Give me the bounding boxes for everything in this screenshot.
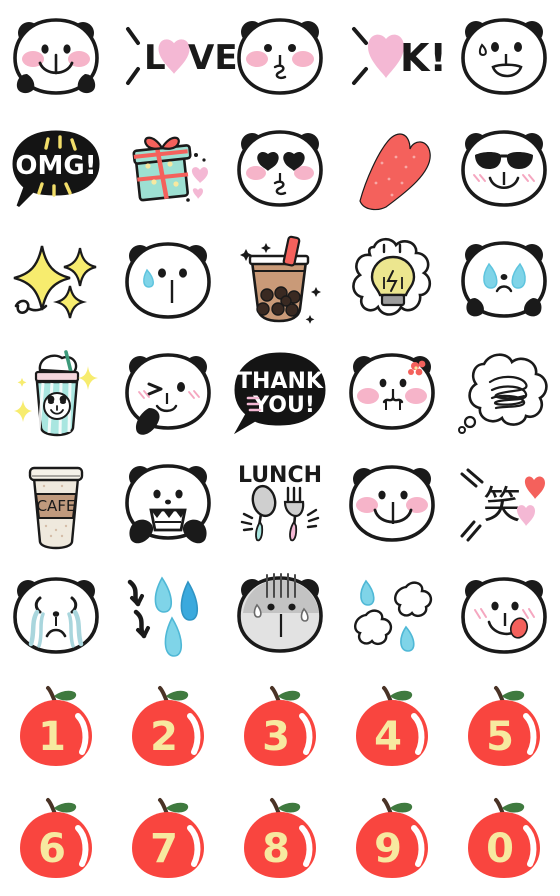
frappe-drink-icon	[14, 350, 98, 437]
arrows-sweat-drops-icon	[127, 576, 199, 657]
sticker-cell-panda-gloomy[interactable]	[224, 560, 336, 672]
idea-lightbulb-icon	[352, 237, 432, 316]
svg-text:K!: K!	[400, 36, 447, 80]
sticker-cell-thankyou-bubble[interactable]: THANK YOU!	[224, 336, 336, 448]
sticker-cell-panda-heart-eyes[interactable]	[224, 112, 336, 224]
panda-kiss-icon	[237, 18, 323, 95]
apple-number: 9	[374, 826, 402, 872]
gift-box-icon	[132, 136, 208, 202]
sticker-cell-cafe-cup[interactable]: CAFE	[0, 448, 112, 560]
ok-text-icon: K!	[352, 27, 447, 85]
sticker-cell-apple-8[interactable]: 8	[224, 784, 336, 896]
panda-sweat-icon	[125, 242, 211, 319]
thankyou-bubble-icon: THANK YOU!	[233, 352, 326, 435]
thankyou-line1: THANK	[237, 369, 324, 394]
apple-number: 1	[38, 714, 66, 760]
warai-kanji-icon: 笑	[460, 468, 545, 542]
sticker-cell-apple-3[interactable]: 3	[224, 672, 336, 784]
bubble-tea-icon	[240, 235, 321, 324]
sticker-cell-apple-4[interactable]: 4	[336, 672, 448, 784]
sticker-cell-scribble-cloud[interactable]	[448, 336, 560, 448]
red-heart-icon	[359, 133, 431, 211]
lunch-label: LUNCH	[238, 463, 322, 488]
panda-sweat-smile-icon	[461, 18, 547, 95]
panda-sobbing-icon	[13, 577, 99, 654]
panda-grin-icon	[125, 464, 211, 544]
panda-big-smile-icon	[349, 465, 435, 542]
panda-wink-icon	[125, 353, 211, 435]
sticker-cell-idea-lightbulb[interactable]	[336, 224, 448, 336]
apple-number: 4	[374, 714, 402, 760]
panda-crying-icon	[461, 241, 547, 318]
apple-number: 3	[262, 714, 290, 760]
sticker-cell-panda-crying[interactable]	[448, 224, 560, 336]
warai-label: 笑	[483, 483, 521, 527]
sticker-cell-warai-kanji[interactable]: 笑	[448, 448, 560, 560]
sticker-cell-apple-0[interactable]: 0	[448, 784, 560, 896]
sticker-cell-apple-2[interactable]: 2	[112, 672, 224, 784]
sticker-cell-sparkles[interactable]	[0, 224, 112, 336]
apple-number: 5	[486, 714, 514, 760]
sticker-cell-panda-sunglasses[interactable]	[448, 112, 560, 224]
panda-sunglasses-icon	[461, 130, 547, 207]
sticker-cell-apple-9[interactable]: 9	[336, 784, 448, 896]
panda-flower-pout-icon	[349, 353, 435, 430]
sticker-cell-panda-sweat[interactable]	[112, 224, 224, 336]
sticker-cell-apple-1[interactable]: 1	[0, 672, 112, 784]
omg-speech-bubble-icon: OMG!	[12, 130, 100, 208]
sticker-cell-panda-big-smile[interactable]	[336, 448, 448, 560]
sticker-cell-panda-wink[interactable]	[112, 336, 224, 448]
sticker-cell-lunch-cutlery[interactable]: LUNCH	[224, 448, 336, 560]
thankyou-line2: YOU!	[252, 393, 315, 418]
panda-heart-eyes-icon	[237, 130, 323, 207]
sticker-cell-love-text[interactable]: L VE LOVE	[112, 0, 238, 112]
cafe-label: CAFE	[37, 497, 76, 515]
sticker-cell-bubble-tea[interactable]	[224, 224, 336, 336]
sticker-cell-arrows-sweat-drops[interactable]	[112, 560, 224, 672]
sticker-cell-panda-kiss[interactable]: Panda blowing a kiss	[224, 0, 336, 112]
sparkles-icon	[13, 245, 97, 319]
sticker-cell-apple-6[interactable]: 6	[0, 784, 112, 896]
sticker-cell-panda-grin[interactable]	[112, 448, 224, 560]
omg-label: OMG!	[15, 151, 96, 181]
apple-number: 8	[262, 826, 290, 872]
sticker-cell-ok-text[interactable]: K! OK!	[336, 0, 448, 112]
apple-number: 6	[38, 826, 66, 872]
sticker-cell-red-heart[interactable]	[336, 112, 448, 224]
love-text-icon: L VE	[126, 27, 238, 85]
sticker-grid: Smiling panda with arms up L VE LOVE	[0, 0, 560, 896]
sticker-cell-panda-flower-pout[interactable]	[336, 336, 448, 448]
panda-smile-arms-icon	[13, 18, 99, 95]
apple-number: 2	[150, 714, 178, 760]
sticker-cell-frappe-drink[interactable]	[0, 336, 112, 448]
sticker-cell-gift-box[interactable]	[112, 112, 224, 224]
sticker-cell-puff-clouds-drop[interactable]	[336, 560, 448, 672]
cafe-cup-icon: CAFE	[28, 466, 84, 550]
sticker-cell-apple-7[interactable]: 7	[112, 784, 224, 896]
sticker-cell-panda-sobbing[interactable]	[0, 560, 112, 672]
sticker-cell-omg-speech-bubble[interactable]: OMG!	[0, 112, 112, 224]
lunch-cutlery-icon: LUNCH	[238, 463, 322, 542]
apple-number: 0	[486, 826, 514, 872]
sticker-cell-apple-5[interactable]: 5	[448, 672, 560, 784]
sticker-cell-panda-tongue[interactable]	[448, 560, 560, 672]
apple-number: 7	[150, 826, 178, 872]
puff-clouds-drop-icon	[354, 579, 433, 652]
scribble-cloud-icon	[458, 353, 548, 434]
panda-tongue-icon	[461, 577, 547, 654]
sticker-cell-panda-smile-arms[interactable]: Smiling panda with arms up	[0, 0, 112, 112]
sticker-cell-panda-sweat-smile[interactable]: Panda with sweat drop smiling	[448, 0, 560, 112]
panda-gloomy-icon	[237, 573, 323, 653]
